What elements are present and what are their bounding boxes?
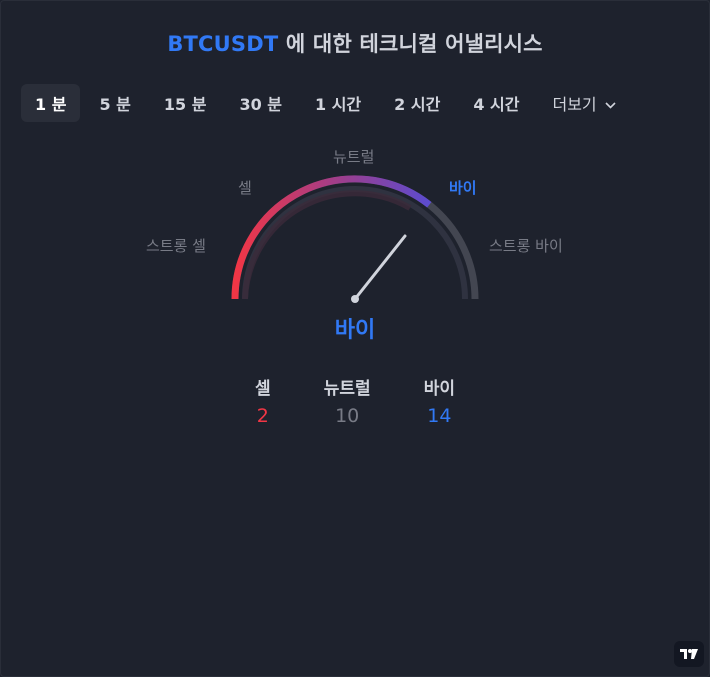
gauge-needle	[353, 234, 407, 301]
gauge-label-buy: 바이	[449, 179, 477, 197]
gauge: 스트롱 셀 셀 뉴트럴 바이 스트롱 바이	[0, 140, 710, 340]
gauge-label-strong-sell: 스트롱 셀	[146, 237, 206, 255]
tradingview-logo-icon[interactable]	[674, 641, 704, 667]
tab-15-minutes[interactable]: 15 분	[150, 84, 221, 122]
title-text: 에 대한 테크니컬 어낼리시스	[278, 32, 543, 56]
gauge-fill-inner	[242, 190, 412, 300]
gauge-svg	[231, 175, 479, 303]
count-neutral-value: 10	[335, 405, 360, 427]
count-buy-value: 14	[427, 405, 452, 427]
gauge-needle-pivot	[351, 295, 359, 303]
gauge-label-strong-buy: 스트롱 바이	[489, 237, 563, 255]
tab-2-hours[interactable]: 2 시간	[380, 84, 454, 122]
tab-4-hours[interactable]: 4 시간	[459, 84, 533, 122]
page-title: BTCUSDT 에 대한 테크니컬 어낼리시스	[0, 28, 710, 58]
gauge-track-outer	[231, 175, 479, 300]
tab-more-label: 더보기	[552, 95, 597, 114]
count-sell-value: 2	[256, 405, 269, 427]
count-neutral-label: 뉴트럴	[323, 379, 371, 399]
gauge-verdict: 바이	[334, 318, 376, 343]
tab-more[interactable]: 더보기	[538, 84, 629, 122]
interval-tabs: 1 분 5 분 15 분 30 분 1 시간 2 시간 4 시간 더보기	[21, 84, 635, 122]
count-buy-label: 바이	[423, 379, 455, 399]
symbol-link[interactable]: BTCUSDT	[167, 32, 278, 56]
chevron-down-icon	[605, 94, 616, 113]
count-neutral: 뉴트럴 10	[324, 374, 371, 427]
count-sell: 셀 2	[255, 374, 271, 427]
gauge-label-sell: 셀	[238, 179, 252, 197]
tab-30-minutes[interactable]: 30 분	[225, 84, 296, 122]
gauge-label-neutral: 뉴트럴	[333, 148, 375, 166]
signal-counts: 셀 2 뉴트럴 10 바이 14	[255, 374, 455, 427]
tab-5-minutes[interactable]: 5 분	[85, 84, 144, 122]
tab-1-hour[interactable]: 1 시간	[301, 84, 375, 122]
tab-1-minute[interactable]: 1 분	[21, 84, 81, 122]
count-buy: 바이 14	[424, 374, 455, 427]
count-sell-label: 셀	[255, 379, 271, 399]
